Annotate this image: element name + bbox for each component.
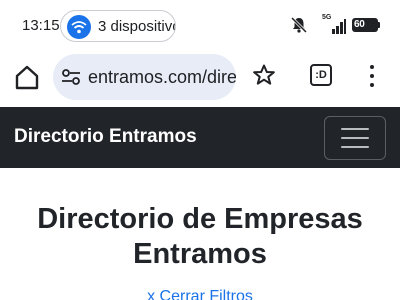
main-content: Directorio de Empresas Entramos x Cerrar… [0,168,400,300]
browser-toolbar: entramos.com/directorio :D [0,50,400,106]
more-vert-icon[interactable] [364,62,380,90]
url-text: entramos.com/directorio [88,67,236,87]
bell-off-icon [290,16,308,34]
clock: 13:15 [22,17,60,34]
site-navbar: Directorio Entramos [0,107,400,168]
status-bar: 13:15 3 dispositivos 5G 60 [0,0,400,50]
address-bar[interactable]: entramos.com/directorio [53,54,236,100]
star-icon[interactable] [252,63,276,87]
home-icon[interactable] [12,62,42,92]
battery-icon: 60 [352,18,380,32]
navbar-toggler[interactable] [324,116,386,160]
battery-level: 60 [354,19,365,30]
site-settings-icon[interactable] [61,68,81,86]
wifi-hotspot-icon [67,15,91,39]
extension-icon[interactable]: :D [310,64,332,86]
hotspot-chip[interactable]: 3 dispositivos [60,10,176,42]
navbar-brand[interactable]: Directorio Entramos [14,126,197,148]
close-filters-link[interactable]: x Cerrar Filtros [0,288,400,300]
page-title: Directorio de Empresas Entramos [37,203,363,270]
signal-icon [332,19,346,34]
system-icons: 5G 60 [290,14,380,36]
hotspot-devices-text: 3 dispositivos [98,18,175,35]
